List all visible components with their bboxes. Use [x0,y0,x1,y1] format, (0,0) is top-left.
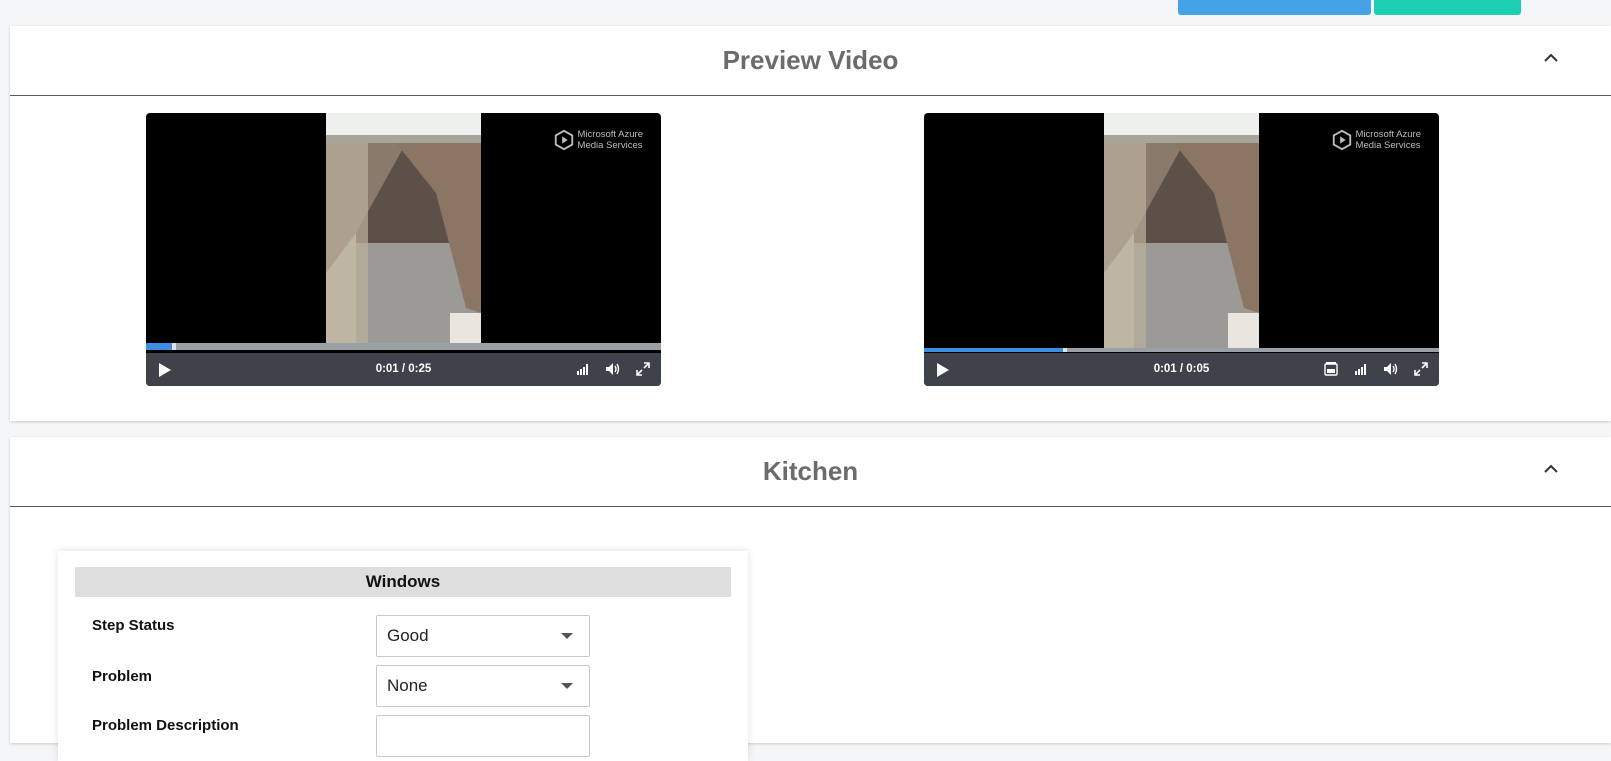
kitchen-panel: Kitchen Windows Step Status Good Problem… [10,437,1611,761]
chevron-up-icon[interactable] [1539,46,1563,70]
progress-fill [146,343,172,350]
panel-title: Preview Video [722,45,899,75]
preview-video-panel: Preview Video Microsoft Azure Media Serv… [10,26,1611,421]
azure-media-services-logo: Microsoft Azure Media Services [553,129,643,151]
progress-fill [924,348,1064,352]
progress-thumb[interactable] [1063,348,1068,352]
azure-media-services-logo: Microsoft Azure Media Services [1331,129,1421,151]
fullscreen-icon[interactable] [1413,361,1429,377]
windows-card: Windows Step Status Good Problem None Pr… [58,551,748,761]
top-primary-button[interactable] [1178,0,1371,15]
watermark-line-2: Media Services [1355,140,1421,151]
volume-icon[interactable] [1383,361,1399,377]
video-frame [1104,113,1259,348]
fullscreen-icon[interactable] [635,361,651,377]
volume-icon[interactable] [605,361,621,377]
video-frame [326,113,481,343]
video-controls: 0:01 / 0:05 [924,353,1439,386]
video-player[interactable]: Microsoft Azure Media Services 0:01 / 0:… [924,113,1439,386]
dropdown-arrow-icon [561,683,573,689]
video-player[interactable]: Microsoft Azure Media Services 0:01 / 0:… [146,113,661,386]
progress-thumb[interactable] [171,343,176,350]
quality-icon[interactable] [1353,361,1369,377]
problem-label: Problem [92,668,153,685]
watermark-line-2: Media Services [577,140,643,151]
panel-title: Kitchen [762,456,859,486]
preview-video-header[interactable]: Preview Video [10,26,1611,96]
problem-description-label: Problem Description [92,717,239,734]
progress-bar[interactable] [924,348,1439,352]
progress-bar[interactable] [146,343,661,350]
step-status-label: Step Status [92,617,175,634]
quality-icon[interactable] [575,361,591,377]
top-secondary-button[interactable] [1374,0,1521,15]
chevron-up-icon[interactable] [1539,457,1563,481]
captions-icon[interactable] [1323,361,1339,377]
problem-select[interactable]: None [376,665,590,707]
card-heading: Windows [75,567,731,597]
watermark-line-1: Microsoft Azure [1355,129,1421,140]
watermark-line-1: Microsoft Azure [577,129,643,140]
problem-description-field[interactable] [376,715,590,757]
kitchen-header[interactable]: Kitchen [10,437,1611,507]
step-status-select[interactable]: Good [376,615,590,657]
select-value: Good [387,626,429,645]
select-value: None [387,676,428,695]
video-controls: 0:01 / 0:25 [146,353,661,386]
dropdown-arrow-icon [561,633,573,639]
